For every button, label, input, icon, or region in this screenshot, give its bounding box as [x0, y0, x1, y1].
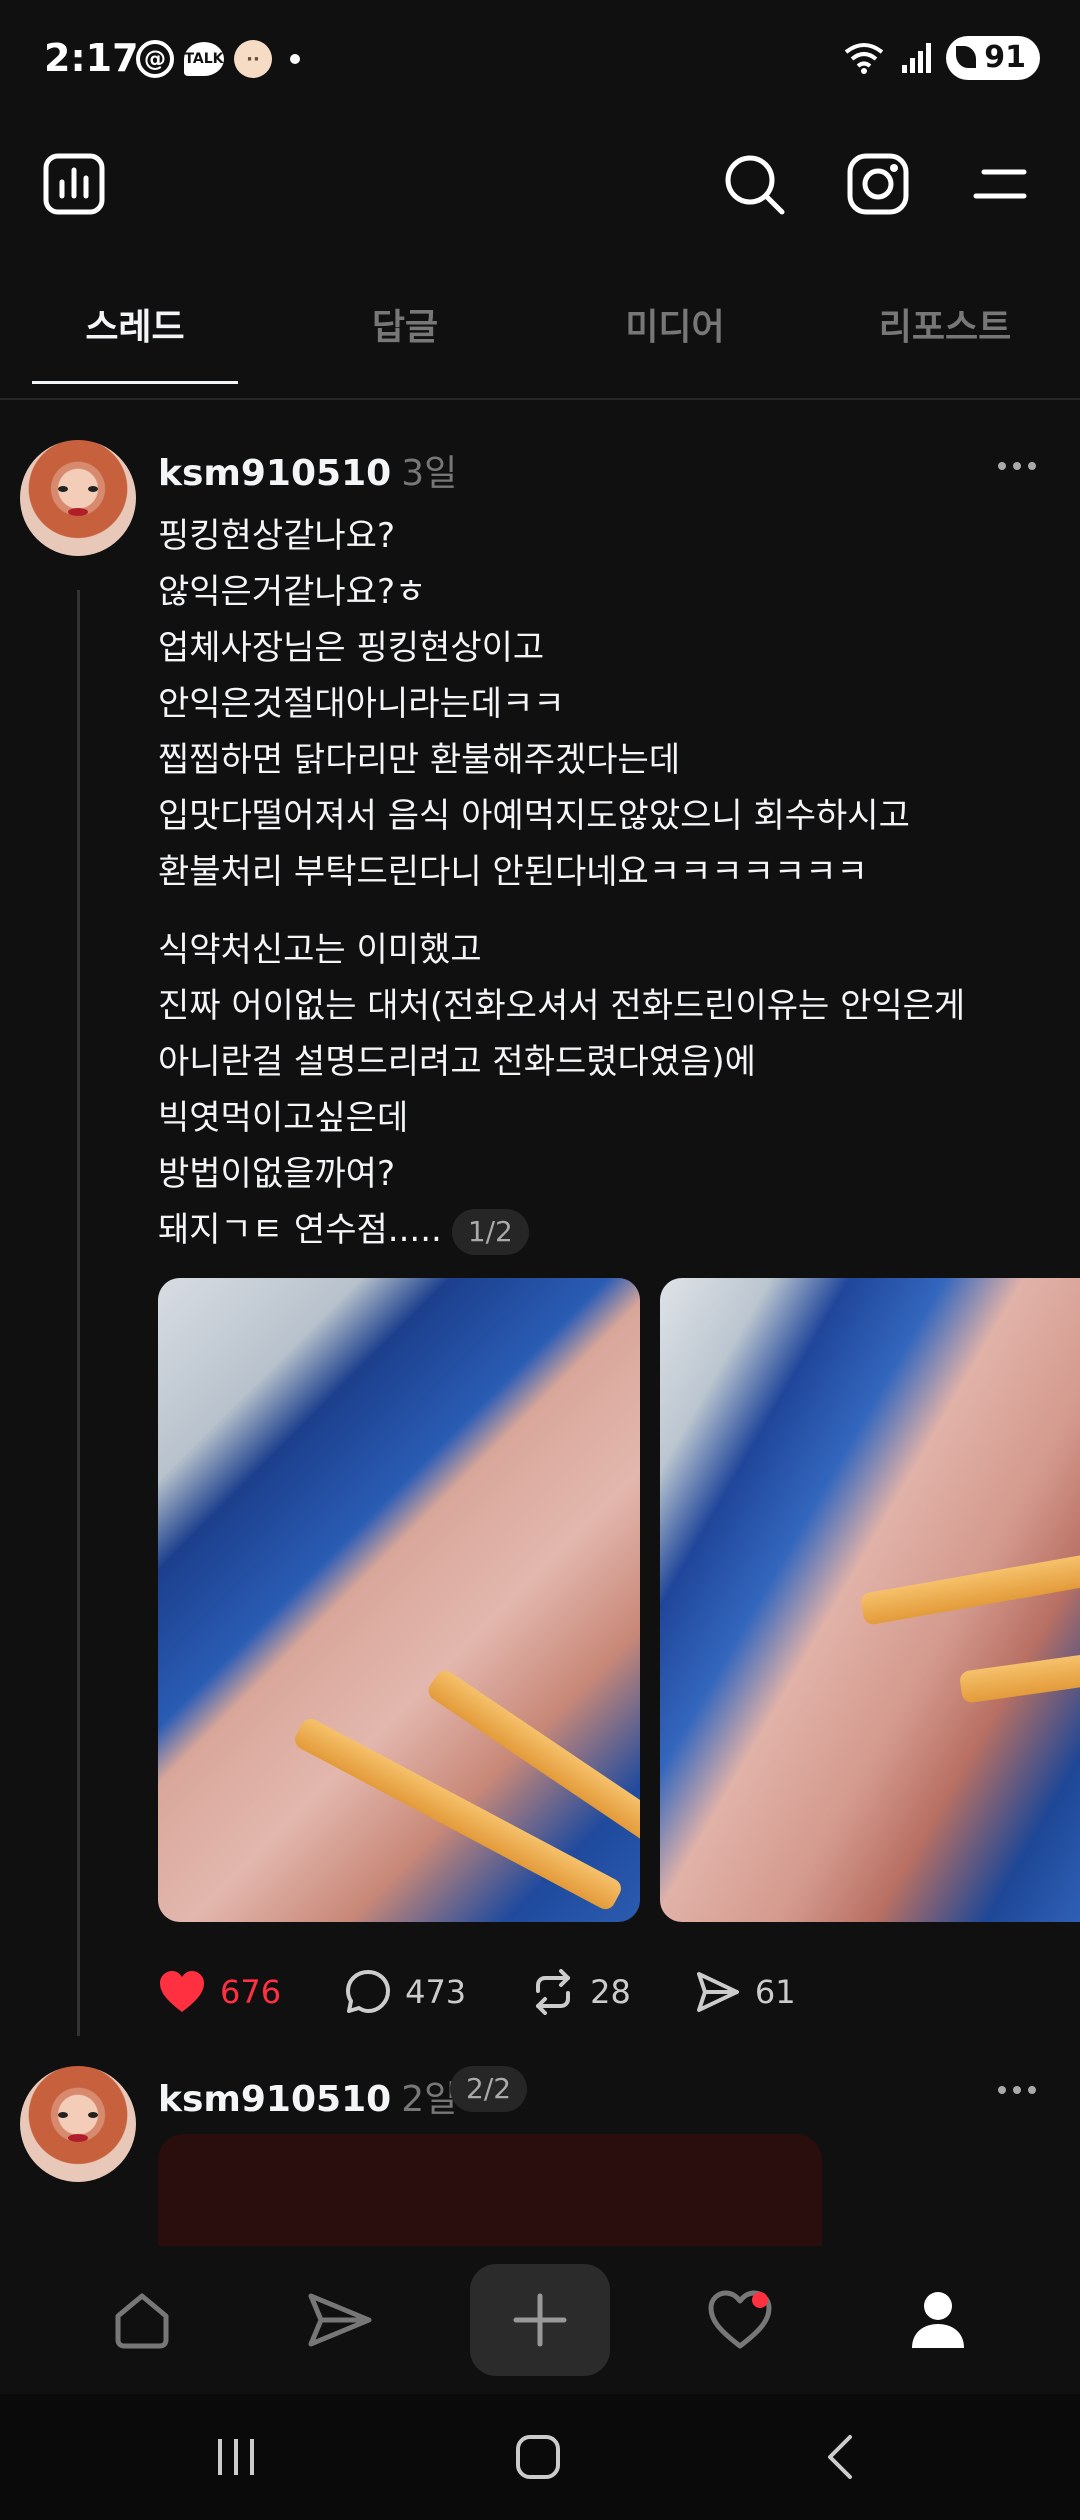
power-saving-leaf-icon: [956, 46, 977, 68]
repost-icon: [536, 1969, 571, 2015]
app-face-notification-icon: ··: [234, 40, 272, 78]
post-author[interactable]: ksm910510 3일: [158, 444, 457, 496]
profile-header: [0, 140, 1080, 230]
post-line-last: 돼지ㄱㅌ 연수점..... 1/2: [158, 1202, 1058, 1258]
menu-button[interactable]: [970, 152, 1034, 216]
post-photo-1[interactable]: [158, 1278, 640, 1922]
system-status-icons: 91: [842, 36, 1040, 80]
bottom-navigation: [0, 2246, 1080, 2394]
thread-counter-badge: 2/2: [450, 2066, 528, 2112]
chopstick-shape: [291, 1715, 625, 1913]
post-actions: 676 473 28 61: [158, 1962, 860, 2022]
more-options-button[interactable]: [998, 2086, 1038, 2096]
post-line: 찝찝하면 닭다리만 환불해주겠다는데: [158, 740, 681, 780]
post-line: 안익은것절대아니라는데ㅋㅋ: [158, 684, 565, 724]
battery-indicator: 91: [946, 36, 1040, 80]
repost-count: 28: [590, 1973, 631, 2011]
repost-button[interactable]: 28: [530, 1969, 631, 2015]
post-line: 업체사장님은 핑킹현상이고: [158, 628, 545, 668]
post-line: 입맛다떨어져서 음식 아예먹지도않았으니 회수하시고: [158, 796, 910, 836]
post-age: 2일: [401, 2079, 458, 2120]
system-navigation-bar: [0, 2394, 1080, 2520]
nav-activity-button[interactable]: [690, 2270, 790, 2370]
like-count: 676: [220, 1973, 282, 2011]
back-button[interactable]: [800, 2422, 880, 2492]
recent-apps-button[interactable]: [196, 2422, 276, 2492]
home-square-icon: [516, 2435, 560, 2479]
insights-icon: [43, 153, 105, 215]
username[interactable]: ksm910510: [158, 453, 391, 494]
avatar[interactable]: [20, 2066, 136, 2182]
post-media-preview[interactable]: [158, 2134, 822, 2254]
send-icon: [308, 2293, 372, 2347]
nav-home-button[interactable]: [92, 2270, 192, 2370]
plus-icon: [513, 2293, 567, 2347]
search-button[interactable]: [722, 152, 786, 216]
instagram-button[interactable]: [846, 152, 910, 216]
post-line: 아니란걸 설명드리려고 전화드렸다였음)에: [158, 1042, 756, 1082]
nav-new-thread-button[interactable]: [470, 2264, 610, 2376]
home-system-button[interactable]: [498, 2422, 578, 2492]
search-icon: [725, 155, 785, 215]
comment-button[interactable]: 473: [345, 1969, 466, 2015]
post-author[interactable]: ksm910510 2일: [158, 2070, 457, 2122]
post-line: 않익은거같나요?ㅎ: [158, 572, 427, 612]
nav-search-send-button[interactable]: [290, 2270, 390, 2370]
profile-icon: [912, 2292, 964, 2348]
profile-tabs: 스레드 답글 미디어 리포스트: [0, 280, 1080, 384]
menu-icon: [973, 169, 1027, 199]
post-line: 빅엿먹이고싶은데: [158, 1098, 409, 1138]
comment-count: 473: [405, 1973, 467, 2011]
tab-replies[interactable]: 답글: [270, 280, 540, 384]
tab-threads[interactable]: 스레드: [0, 280, 270, 384]
share-count: 61: [754, 1973, 796, 2011]
back-chevron-icon: [828, 2435, 852, 2479]
status-bar: 2:17 @ TALK ·· 91: [0, 0, 1080, 120]
tabs-divider: [0, 398, 1080, 400]
status-time: 2:17: [44, 36, 139, 80]
insights-button[interactable]: [42, 152, 106, 216]
signal-icon: [902, 43, 932, 73]
post-line: 핑킹현상같나요?: [158, 516, 396, 556]
post-line: 방법이없을까여?: [158, 1154, 396, 1194]
avatar[interactable]: [20, 440, 136, 556]
more-notifications-dot-icon: [290, 54, 300, 64]
wifi-icon: [845, 43, 884, 74]
recent-apps-icon: [218, 2439, 254, 2475]
post-body: 핑킹현상같나요? 않익은거같나요?ㅎ 업체사장님은 핑킹현상이고 안익은것절대아…: [158, 508, 1058, 1258]
battery-level: 91: [984, 40, 1026, 75]
notification-icons: @ TALK ··: [136, 40, 300, 78]
post-age: 3일: [401, 453, 458, 494]
share-button[interactable]: 61: [695, 1969, 796, 2015]
post-photo-2[interactable]: [660, 1278, 1080, 1922]
send-icon: [696, 1972, 739, 2012]
nav-profile-button[interactable]: [888, 2270, 988, 2370]
chopstick-shape: [859, 1542, 1080, 1626]
post-line: 식약처신고는 이미했고: [158, 930, 482, 970]
chopstick-shape: [958, 1644, 1080, 1704]
post-line: 환불처리 부탁드린다니 안된다네요ㅋㅋㅋㅋㅋㅋㅋ: [158, 852, 868, 892]
activity-notification-dot: [752, 2292, 768, 2308]
thread-connector-line: [77, 590, 80, 2036]
username[interactable]: ksm910510: [158, 2079, 391, 2120]
comment-icon: [346, 1970, 391, 2013]
more-options-button[interactable]: [998, 462, 1038, 472]
tab-media[interactable]: 미디어: [540, 280, 810, 384]
post-last-text: 돼지ㄱㅌ 연수점.....: [158, 1210, 442, 1250]
kakaotalk-notification-icon: TALK: [184, 42, 224, 76]
tab-reposts[interactable]: 리포스트: [810, 280, 1080, 384]
threads-notification-icon: @: [136, 40, 174, 78]
thread-counter-badge: 1/2: [451, 1208, 529, 1255]
like-button[interactable]: 676: [158, 1970, 281, 2014]
heart-filled-icon: [160, 1971, 204, 2012]
post-line: 진짜 어이없는 대처(전화오셔서 전화드린이유는 안익은게: [158, 986, 966, 1026]
instagram-icon: [847, 153, 909, 215]
home-icon: [115, 2293, 169, 2349]
